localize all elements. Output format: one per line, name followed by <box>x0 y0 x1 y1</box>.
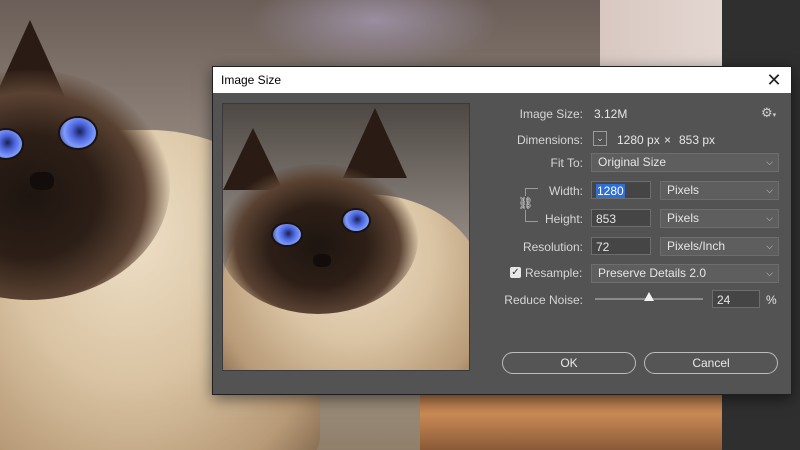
ok-button[interactable]: OK <box>502 352 636 374</box>
image-size-dialog: Image Size ✕ Image Size: 3.12M ⚙▾ Dimens… <box>212 66 792 395</box>
height-unit: Pixels <box>667 211 700 225</box>
gear-icon[interactable]: ⚙▾ <box>761 105 776 121</box>
chevron-down-icon: ⌵ <box>766 241 773 251</box>
dimensions-times: × <box>664 133 672 147</box>
width-label: Width: <box>548 184 583 198</box>
dialog-titlebar[interactable]: Image Size ✕ <box>213 67 791 93</box>
dimensions-height: 853 px <box>679 133 716 147</box>
cancel-button[interactable]: Cancel <box>644 352 778 374</box>
preview-cat <box>223 104 469 370</box>
height-unit-dropdown[interactable]: Pixels ⌵ <box>660 209 779 228</box>
height-label: Height: <box>544 212 583 226</box>
background-shelf <box>420 390 722 450</box>
image-size-value: 3.12M <box>594 107 628 121</box>
chevron-down-icon: ⌵ <box>766 185 773 195</box>
resolution-unit-dropdown[interactable]: Pixels/Inch ⌵ <box>660 237 779 256</box>
close-icon[interactable]: ✕ <box>763 69 785 91</box>
chain-link-icon[interactable]: ⛓ <box>518 196 534 210</box>
height-input[interactable]: 853 <box>591 209 651 227</box>
dimensions-width: 1280 px <box>617 133 660 147</box>
chevron-down-icon[interactable]: ⌄ <box>593 131 607 146</box>
width-unit: Pixels <box>667 183 700 197</box>
height-value: 853 <box>596 212 617 226</box>
resample-value: Preserve Details 2.0 <box>598 266 707 280</box>
chevron-down-icon: ⌵ <box>766 268 773 278</box>
resample-label: Resample: <box>525 266 583 280</box>
resolution-label: Resolution: <box>522 240 583 254</box>
image-preview[interactable] <box>222 103 470 371</box>
reduce-noise-value: 24 <box>717 293 731 307</box>
resolution-input[interactable]: 72 <box>591 237 651 255</box>
resolution-unit: Pixels/Inch <box>667 239 726 253</box>
width-value: 1280 <box>596 184 625 198</box>
reduce-noise-label: Reduce Noise: <box>504 293 583 307</box>
fit-to-label: Fit To: <box>550 156 583 170</box>
resample-checkbox[interactable]: ✓ <box>510 267 521 278</box>
dimensions-label: Dimensions: <box>516 133 583 147</box>
chevron-down-icon: ⌵ <box>766 157 773 167</box>
fit-to-value: Original Size <box>598 155 667 169</box>
reduce-noise-unit: % <box>766 293 777 307</box>
image-size-label: Image Size: <box>519 107 583 121</box>
dialog-title: Image Size <box>221 73 282 87</box>
resolution-value: 72 <box>596 240 610 254</box>
width-input[interactable]: 1280 <box>591 181 651 199</box>
reduce-noise-slider-thumb[interactable] <box>644 292 654 301</box>
resample-dropdown[interactable]: Preserve Details 2.0 ⌵ <box>591 264 779 283</box>
fit-to-dropdown[interactable]: Original Size ⌵ <box>591 153 779 172</box>
reduce-noise-input[interactable]: 24 <box>712 290 760 308</box>
width-unit-dropdown[interactable]: Pixels ⌵ <box>660 181 779 200</box>
chevron-down-icon: ⌵ <box>766 213 773 223</box>
